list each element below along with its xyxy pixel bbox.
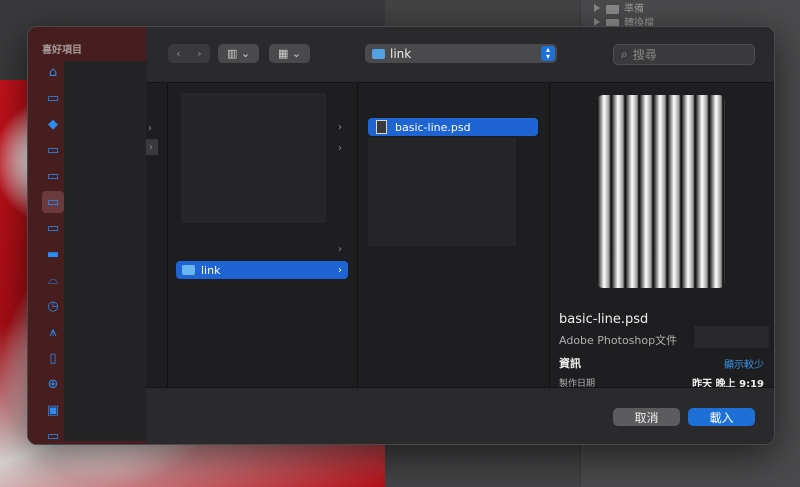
- cancel-button[interactable]: 取消: [613, 408, 680, 426]
- column-3: basic-line.psd: [357, 83, 550, 387]
- disclosure-triangle-icon: [594, 18, 600, 26]
- open-button[interactable]: 載入: [688, 408, 755, 426]
- document-icon[interactable]: ▯: [42, 347, 64, 369]
- search-icon: ⌕: [621, 47, 628, 61]
- folder-icon: [182, 265, 195, 275]
- folder-icon[interactable]: ▭: [42, 139, 64, 161]
- open-file-dialog: 喜好項目 ⌂ ▭ ◆ ▭ ▭ ▭ ▭ ▬ ⌓ ◷ ⩚ ▯ ⊕ ▣ ▭ ‹ › ▥…: [27, 26, 775, 445]
- home-icon[interactable]: ⌂: [42, 61, 64, 83]
- preview-file-kind: Adobe Photoshop文件: [559, 334, 678, 347]
- dialog-footer: 取消 載入: [146, 387, 774, 444]
- preview-file-name: basic-line.psd: [559, 312, 649, 327]
- folder-icon[interactable]: ▭: [42, 425, 64, 444]
- download-icon[interactable]: ⊕: [42, 373, 64, 395]
- photos-icon[interactable]: ▣: [42, 399, 64, 421]
- psd-file-icon: [376, 120, 387, 134]
- path-label: link: [390, 46, 412, 61]
- folder-icon: [606, 4, 619, 14]
- redacted-entries: [368, 138, 516, 246]
- folder-icon[interactable]: ▭: [42, 87, 64, 109]
- chevron-right-icon: ›: [338, 264, 342, 276]
- sidebar: 喜好項目 ⌂ ▭ ◆ ▭ ▭ ▭ ▭ ▬ ⌓ ◷ ⩚ ▯ ⊕ ▣ ▭: [28, 27, 146, 444]
- column-browser: › › › › › link › basic-line.psd basic-li…: [146, 83, 774, 390]
- path-popup[interactable]: link ▴ ▾: [365, 44, 557, 63]
- chevron-right-icon: ›: [338, 122, 342, 133]
- chevron-right-icon: ›: [149, 142, 153, 153]
- preview-pane: basic-line.psd Adobe Photoshop文件 資訊 顯示較少…: [551, 83, 774, 390]
- search-field[interactable]: ⌕ 搜尋: [613, 44, 755, 65]
- folder-icon[interactable]: ▭: [42, 165, 64, 187]
- forward-button[interactable]: ›: [189, 47, 210, 60]
- chevron-right-icon: ›: [338, 143, 342, 154]
- drive-icon[interactable]: ⌓: [42, 269, 64, 291]
- disclosure-triangle-icon: [594, 4, 600, 12]
- column-2: › › › link ›: [167, 83, 358, 387]
- applications-icon[interactable]: ⩚: [42, 321, 64, 343]
- info-heading: 資訊: [559, 357, 581, 370]
- list-item-basic-line-psd[interactable]: basic-line.psd: [368, 118, 538, 136]
- back-forward-buttons: ‹ ›: [168, 44, 210, 63]
- sidebar-section-title: 喜好項目: [42, 45, 82, 56]
- chevron-right-icon: ›: [338, 244, 342, 255]
- file-thumbnail: [597, 95, 725, 288]
- redacted-size: [694, 326, 769, 348]
- folder-icon: [372, 48, 385, 59]
- dropbox-icon[interactable]: ◆: [42, 113, 64, 135]
- chevron-up-down-icon: ▴ ▾: [541, 46, 555, 61]
- monitor-icon[interactable]: ▬: [42, 243, 64, 265]
- sidebar-names-redacted: [64, 61, 146, 441]
- column-1: › ›: [146, 83, 168, 387]
- list-item-link-folder[interactable]: link ›: [176, 261, 348, 279]
- folder-icon[interactable]: ▭: [42, 217, 64, 239]
- redacted-entries: [181, 93, 326, 223]
- group-by-button[interactable]: ▦ ⌄: [269, 44, 310, 63]
- search-placeholder: 搜尋: [632, 48, 657, 62]
- folder-icon[interactable]: ▭: [42, 191, 64, 213]
- sidebar-icon-list: ⌂ ▭ ◆ ▭ ▭ ▭ ▭ ▬ ⌓ ◷ ⩚ ▯ ⊕ ▣ ▭: [42, 61, 64, 444]
- back-button[interactable]: ‹: [168, 47, 189, 60]
- toolbar: ‹ › ▥ ⌄ ▦ ⌄ link ▴ ▾ ⌕ 搜尋: [146, 27, 774, 83]
- recents-icon[interactable]: ◷: [42, 295, 64, 317]
- show-less-link[interactable]: 顯示較少: [724, 356, 764, 371]
- view-mode-button[interactable]: ▥ ⌄: [218, 44, 259, 63]
- chevron-right-icon: ›: [148, 123, 152, 134]
- background-layer-row: 準備: [594, 0, 644, 15]
